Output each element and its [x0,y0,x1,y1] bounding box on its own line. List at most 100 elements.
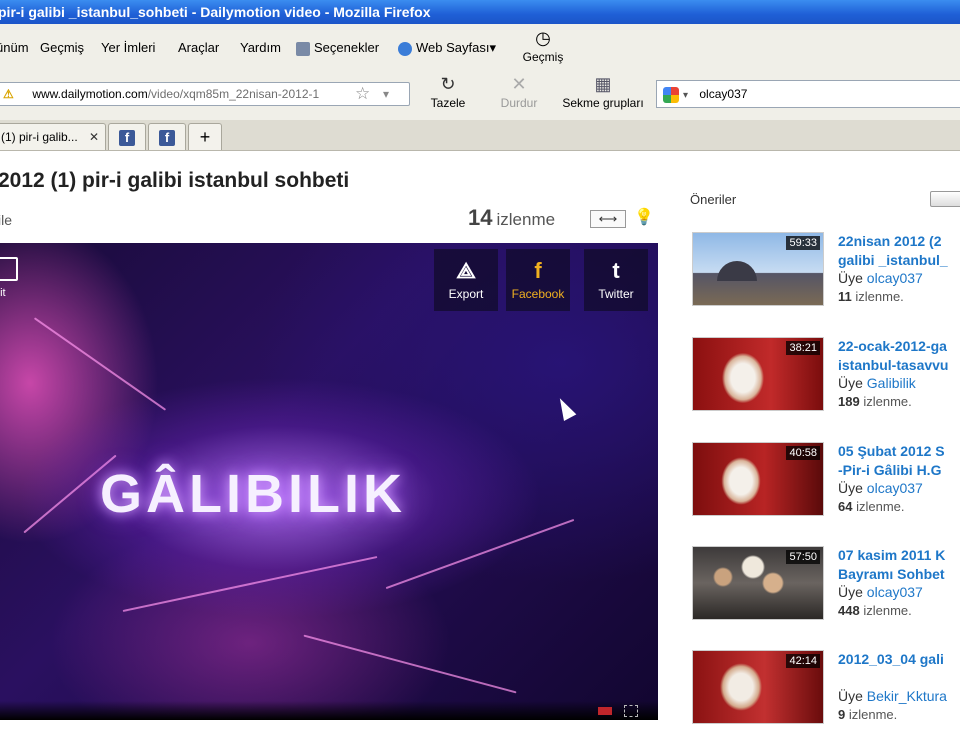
hd-badge[interactable] [598,707,612,715]
mouse-cursor [553,395,577,421]
window-titlebar: pir-i galibi _istanbul_sohbeti - Dailymo… [0,0,960,24]
stop-label: Durdur [500,96,538,110]
menu-view[interactable]: ünüm [0,40,29,55]
title-line-1: 22nisan 2012 (2 [838,233,942,249]
edit-label: dit [0,287,6,299]
navigation-toolbar: ⚠ www.dailymotion.com/video/xqm85m_22nis… [0,70,960,121]
video-duration: 59:33 [786,236,820,250]
facebook-icon: f [534,258,542,283]
lightbulb-icon[interactable]: 💡 [634,207,654,227]
reload-icon: ↻ [440,74,456,94]
twitter-icon: t [612,258,620,283]
video-thumbnail[interactable]: 42:14 [692,650,824,724]
close-icon[interactable]: ✕ [89,124,99,150]
facebook-label: Facebook [511,287,565,301]
title-line-2: galibi _istanbul_ [838,252,948,268]
view-count-number: 14 [468,205,493,230]
title-line-1: 07 kasim 2011 K [838,547,946,563]
uploader-link[interactable]: olcay037 [867,270,923,286]
edit-icon [0,257,18,281]
stop-button[interactable]: ✕ Durdur [494,74,544,110]
search-input[interactable]: ▾ olcay037 [656,80,960,108]
video-thumbnail[interactable]: 40:58 [692,442,824,516]
view-count: 14 izlenme [468,205,555,231]
uploader-link[interactable]: Bekir_Kktura [867,688,947,704]
chevron-down-icon: ▾ [489,40,496,55]
title-line-2: -Pir-i Gâlibi H.G [838,462,942,478]
recommended-uploader: Üye Galibilik [838,375,916,391]
url-path: /video/xqm85m_22nisan-2012-1 [147,87,320,101]
views-label: izlenme. [855,289,904,304]
recommended-views: 11 izlenme. [838,289,904,304]
views-label: izlenme. [863,603,912,618]
light-streak [122,555,378,613]
video-thumbnail[interactable]: 57:50 [692,546,824,620]
recommended-uploader: Üye olcay037 [838,584,923,600]
recommended-title[interactable]: 07 kasim 2011 K Bayramı Sohbet [838,546,960,584]
facebook-share-button[interactable]: f Facebook [506,249,570,311]
tab-groups-button[interactable]: ▦ Sekme grupları [556,74,650,110]
uploader-link[interactable]: Galibilik [867,375,916,391]
menu-bookmarks[interactable]: Yer İmleri [101,40,155,55]
search-engine-dropdown-icon[interactable]: ▾ [683,90,688,101]
new-tab-button[interactable]: + [188,123,222,150]
tab-facebook-1[interactable]: f [108,123,146,150]
plus-icon: + [199,127,211,147]
export-label: Export [448,287,484,301]
menu-options[interactable]: Seçenekler [296,40,379,56]
video-title: 2012 (1) pir-i galibi istanbul sohbeti [0,169,350,192]
gear-icon [296,41,310,56]
uploader-link[interactable]: olcay037 [867,480,923,496]
tab-active[interactable]: (1) pir-i galib... ✕ [0,123,106,150]
light-streak [385,518,575,590]
tab-label: (1) pir-i galib... [1,130,78,144]
uploader-prefix: Üye [838,688,863,704]
menu-help[interactable]: Yardım [240,40,281,55]
player-control-bar[interactable] [0,701,658,720]
galibilik-logo: GÂLIBILIK [100,464,406,524]
uploader-prefix: Üye [838,584,863,600]
uploader-prefix: Üye [838,480,863,496]
video-player[interactable]: GÂLIBILIK dit ⟁ Export f Facebook t Twit… [0,243,658,720]
stop-icon: ✕ [511,74,527,94]
recommendations-toggle[interactable] [930,191,960,207]
recommended-item[interactable]: 38:21 22-ocak-2012-ga istanbul-tasavvu Üy… [690,337,960,437]
views-number: 189 [838,394,860,409]
recommended-item[interactable]: 57:50 07 kasim 2011 K Bayramı Sohbet Üye … [690,546,960,646]
uploader-link[interactable]: olcay037 [867,584,923,600]
recommended-title[interactable]: 05 Şubat 2012 S -Pir-i Gâlibi H.G [838,442,960,480]
tab-facebook-2[interactable]: f [148,123,186,150]
history-dropdown-icon[interactable]: ▾ [383,83,389,105]
video-duration: 42:14 [786,654,820,668]
recommended-title[interactable]: 22nisan 2012 (2 galibi _istanbul_ [838,232,960,270]
recommended-item[interactable]: 59:33 22nisan 2012 (2 galibi _istanbul_ Ü… [690,232,960,332]
page-content: 2012 (1) pir-i galibi istanbul sohbeti i… [0,151,960,724]
google-icon [663,86,679,103]
menu-tools[interactable]: Araçlar [178,40,219,55]
recommended-item[interactable]: 42:14 2012_03_04 gali Üye Bekir_Kktura 9… [690,650,960,750]
title-line-2: istanbul-tasavvu [838,357,949,373]
title-line-1: 2012_03_04 gali [838,651,944,667]
views-number: 64 [838,499,853,514]
facebook-icon: f [159,129,175,146]
history-button[interactable]: ◷ Geçmiş [520,28,566,64]
fullscreen-icon[interactable] [624,705,638,717]
export-button[interactable]: ⟁ Export [434,249,498,311]
video-thumbnail[interactable]: 38:21 [692,337,824,411]
history-button-label: Geçmiş [522,50,564,64]
bookmark-star-icon[interactable]: ☆ [355,83,370,105]
recommended-views: 189 izlenme. [838,394,912,409]
twitter-share-button[interactable]: t Twitter [584,249,648,311]
menu-web-page[interactable]: Web Sayfası▾ [398,40,496,56]
video-thumbnail[interactable]: 59:33 [692,232,824,306]
menu-history[interactable]: Geçmiş [40,40,84,55]
resize-player-button[interactable]: ⟷ [590,210,626,228]
address-bar[interactable]: ⚠ www.dailymotion.com/video/xqm85m_22nis… [0,82,410,106]
reload-button[interactable]: ↻ Tazele [424,74,472,110]
light-streak [33,317,167,411]
recommended-title[interactable]: 2012_03_04 gali [838,650,960,669]
recommended-item[interactable]: 40:58 05 Şubat 2012 S -Pir-i Gâlibi H.G Ü… [690,442,960,542]
edit-button[interactable]: dit [0,257,18,299]
recommended-title[interactable]: 22-ocak-2012-ga istanbul-tasavvu [838,337,960,375]
uploader-prefix: Üye [838,375,863,391]
